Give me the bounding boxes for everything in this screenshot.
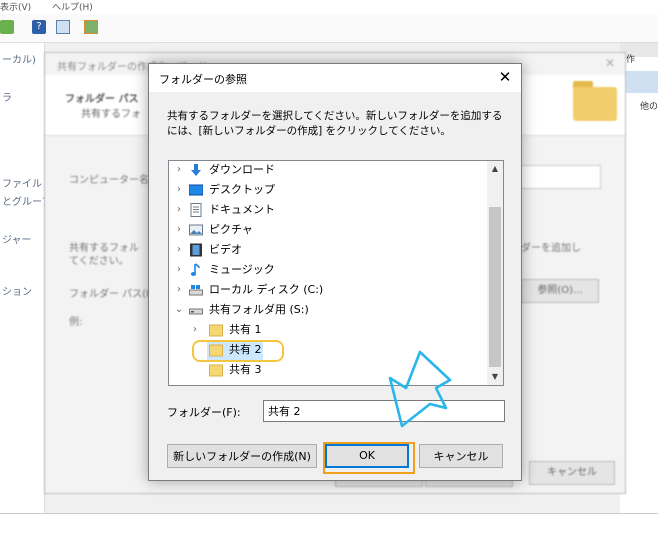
folder-path-label: フォルダー パス(F): (69, 289, 160, 300)
expand-icon[interactable]: › (174, 260, 184, 280)
expand-icon[interactable]: › (174, 220, 184, 240)
share-icon[interactable] (84, 20, 98, 34)
tree-item-music[interactable]: › ミュージック (169, 260, 487, 280)
tree-item-local-disk-c[interactable]: › ローカル ディスク (C:) (169, 280, 487, 300)
right-pane-header: 作 (626, 55, 636, 65)
wizard-cancel-button[interactable]: キャンセル (529, 461, 615, 485)
drive-c-icon (189, 285, 203, 296)
close-icon[interactable]: ✕ (495, 67, 515, 87)
new-folder-button[interactable]: 新しいフォルダーの作成(N) (167, 444, 317, 468)
ok-button[interactable]: OK (325, 444, 409, 468)
wizard-header-subtitle: 共有するフォ (81, 109, 141, 120)
expand-icon[interactable]: › (174, 161, 184, 180)
background-statusbar (0, 513, 658, 538)
tree-item-label: 共有 1 (229, 323, 262, 336)
dialog-titlebar[interactable]: フォルダーの参照 ✕ (149, 64, 521, 92)
tree-item-label: ダウンロード (209, 163, 275, 176)
pictures-icon (189, 224, 203, 236)
left-nav-item[interactable]: ジャー (2, 231, 32, 246)
tree-item-label: 共有フォルダ用 (S:) (209, 303, 309, 316)
desktop-icon (189, 184, 203, 196)
browse-button[interactable]: 参照(O)... (521, 279, 599, 303)
left-nav-item[interactable]: ラ (2, 89, 12, 104)
wizard-close-icon[interactable]: ✕ (605, 56, 615, 70)
tree-item-documents[interactable]: › ドキュメント (169, 200, 487, 220)
tree-item-pictures[interactable]: › ピクチャ (169, 220, 487, 240)
tree-item-shared-drive-s[interactable]: ⌄ 共有フォルダ用 (S:) (169, 300, 487, 320)
cancel-button[interactable]: キャンセル (419, 444, 503, 468)
wizard-header-title: フォルダー パス (65, 94, 139, 105)
tree-item-label: 共有 3 (229, 363, 262, 376)
right-pane-item[interactable]: 他の (640, 99, 658, 112)
tree-item-label: ドキュメント (209, 203, 275, 216)
tree-item-label: ミュージック (209, 263, 275, 276)
drive-s-icon (189, 308, 203, 315)
folder-icon (209, 364, 223, 377)
background-menubar: 表示(V) ヘルプ(H) (0, 0, 658, 14)
tree-item-downloads[interactable]: › ダウンロード (169, 161, 487, 180)
menu-view[interactable]: 表示(V) (0, 0, 31, 13)
expand-icon[interactable]: › (174, 200, 184, 220)
collapse-icon[interactable]: ⌄ (174, 300, 184, 320)
tree-item-videos[interactable]: › ビデオ (169, 240, 487, 260)
tree-item-desktop[interactable]: › デスクトップ (169, 180, 487, 200)
wizard-desc-line2: てください。 (69, 256, 129, 267)
expand-icon[interactable]: › (190, 320, 200, 340)
window-icon[interactable] (56, 20, 70, 34)
background-left-nav: ーカル) ラ ファイル とグルーフ ジャー ション (0, 43, 51, 513)
wizard-folder-icon (573, 87, 617, 121)
menu-help[interactable]: ヘルプ(H) (52, 0, 93, 13)
scroll-up-icon[interactable]: ▲ (487, 161, 503, 177)
tree-item-label: デスクトップ (209, 183, 275, 196)
expand-icon[interactable]: › (174, 240, 184, 260)
tree-item-label: 共有 2 (229, 343, 262, 356)
dialog-description: 共有するフォルダーを選択してください。新しいフォルダーを追加するには、[新しいフ… (167, 110, 503, 137)
tree-item-share-1[interactable]: › 共有 1 (169, 320, 487, 340)
document-icon (190, 203, 202, 217)
computer-name-label: コンピューター名(C (69, 175, 160, 186)
expand-icon[interactable]: › (174, 180, 184, 200)
download-arrow-icon (191, 164, 201, 176)
scroll-down-icon[interactable]: ▼ (487, 369, 503, 385)
wizard-desc-right: ダーを追加し (521, 243, 581, 254)
left-nav-item[interactable]: ーカル) (2, 51, 36, 66)
expand-icon[interactable]: › (174, 280, 184, 300)
folder-label: フォルダー(F): (167, 406, 241, 419)
music-icon (190, 263, 200, 276)
left-nav-item[interactable]: ファイル (2, 175, 42, 190)
dialog-title: フォルダーの参照 (159, 73, 247, 86)
annotation-arrow-icon (388, 350, 452, 428)
help-icon[interactable]: ? (32, 20, 46, 34)
folder-icon (209, 324, 223, 337)
video-icon (190, 243, 202, 257)
tree-item-label: ピクチャ (209, 223, 253, 236)
folder-icon (209, 344, 223, 357)
scrollbar-thumb[interactable] (489, 207, 501, 367)
background-toolbar: ? (0, 14, 658, 43)
example-label: 例: (69, 317, 83, 328)
tree-item-label: ビデオ (209, 243, 242, 256)
tree-item-label: ローカル ディスク (C:) (209, 283, 324, 296)
browse-folder-dialog: フォルダーの参照 ✕ 共有するフォルダーを選択してください。新しいフォルダーを追… (148, 63, 522, 481)
left-nav-item[interactable]: ション (2, 283, 32, 298)
toolbar-go-icon[interactable] (0, 20, 14, 34)
computer-name-field[interactable] (515, 165, 601, 189)
